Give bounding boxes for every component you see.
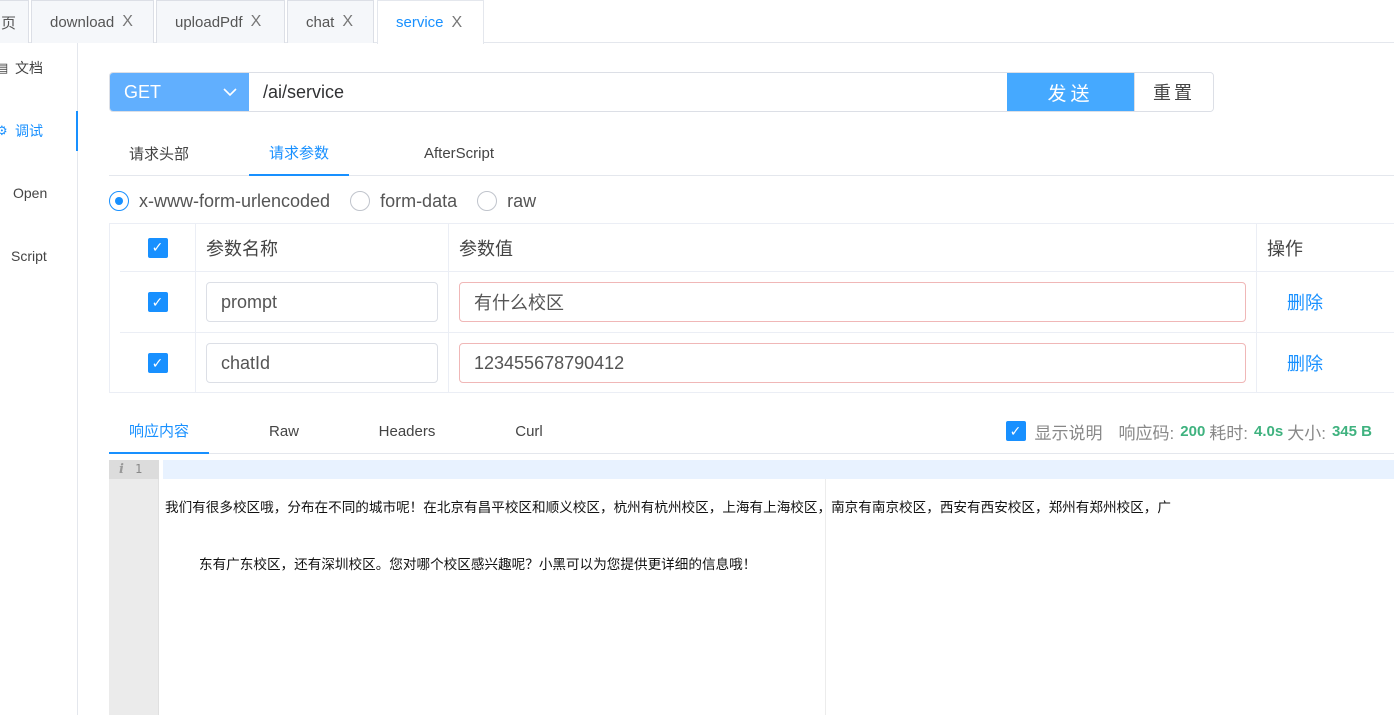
debug-icon: ⚙: [0, 123, 12, 139]
checkbox-cell: ✓: [120, 272, 195, 332]
status-code-value: 200: [1180, 422, 1206, 440]
sidebar-item-label: Script: [11, 248, 47, 264]
request-bar: GET /ai/service 发送 重置: [109, 72, 1214, 112]
table-header-row: ✓ 参数名称 参数值 操作: [120, 224, 1394, 271]
radio-form-data[interactable]: form-data: [350, 191, 457, 212]
action-cell: 删除: [1256, 333, 1394, 393]
tab-request-headers[interactable]: 请求头部: [109, 130, 209, 176]
tab-afterscript[interactable]: AfterScript: [394, 130, 524, 176]
tab-download[interactable]: download X: [31, 0, 154, 43]
show-desc-checkbox[interactable]: ✓: [1005, 421, 1026, 441]
params-table: ✓ 参数名称 参数值 操作 ✓ prompt 有什么校区 删除 ✓ chatId…: [109, 223, 1394, 393]
size-label: 大小:: [1287, 423, 1326, 443]
close-icon[interactable]: X: [342, 13, 353, 31]
tab-label: download: [50, 13, 115, 31]
table-row: ✓ prompt 有什么校区 删除: [120, 271, 1394, 332]
chevron-down-icon: [223, 87, 237, 96]
param-value-input[interactable]: 有什么校区: [459, 282, 1246, 322]
column-header-name: 参数名称: [195, 224, 448, 271]
row-checkbox[interactable]: ✓: [147, 353, 168, 373]
size-value: 345 B: [1331, 422, 1372, 440]
select-all-checkbox[interactable]: ✓: [147, 237, 168, 258]
tab-response-headers[interactable]: Headers: [367, 408, 447, 454]
sidebar-item-label: 调试: [15, 123, 43, 139]
request-tabs: 请求头部 请求参数 AfterScript: [109, 130, 1394, 176]
reset-button[interactable]: 重置: [1134, 73, 1213, 111]
sidebar-item-script[interactable]: Script: [0, 236, 78, 276]
radio-dot: [109, 191, 129, 211]
tab-home[interactable]: 页: [0, 0, 29, 43]
select-all-cell: ✓: [120, 224, 195, 271]
column-header-action: 操作: [1256, 224, 1394, 271]
info-icon: i: [119, 462, 124, 477]
radio-label: x-www-form-urlencoded: [139, 190, 331, 211]
table-row: ✓ chatId 123455678790412 删除: [120, 332, 1394, 393]
value-cell: 123455678790412: [448, 333, 1256, 393]
tab-label: chat: [306, 13, 335, 31]
open-icon: ): [0, 186, 10, 201]
tab-chat[interactable]: chat X: [287, 0, 374, 43]
editor-gutter: i 1: [109, 460, 159, 715]
tab-label: uploadPdf: [175, 13, 243, 31]
sidebar-item-docs[interactable]: ▤ 文档: [0, 48, 78, 88]
column-header-value: 参数值: [448, 224, 1256, 271]
tab-uploadpdf[interactable]: uploadPdf X: [156, 0, 285, 43]
line-number: 1: [135, 462, 143, 476]
response-editor[interactable]: i 1 我们有很多校区哦，分布在不同的城市呢！在北京有昌平校区和顺义校区，杭州有…: [109, 460, 1394, 715]
show-desc-label: 显示说明: [1034, 423, 1103, 443]
document-icon: ▤: [0, 60, 9, 75]
sidebar-item-label: 文档: [15, 60, 43, 76]
sidebar: ▤ 文档 ⚙ 调试 ) Open Script: [0, 43, 78, 715]
tab-request-params[interactable]: 请求参数: [249, 130, 349, 176]
method-value: GET: [124, 81, 162, 102]
sidebar-item-debug[interactable]: ⚙ 调试: [0, 111, 78, 151]
value-cell: 有什么校区: [448, 272, 1256, 332]
name-cell: chatId: [195, 333, 448, 393]
status-code-label: 响应码:: [1118, 423, 1175, 443]
delete-button[interactable]: 删除: [1287, 289, 1323, 315]
close-icon[interactable]: X: [452, 14, 463, 32]
response-line-1: 我们有很多校区哦，分布在不同的城市呢！在北京有昌平校区和顺义校区，杭州有杭州校区…: [165, 500, 1171, 516]
sidebar-item-label: Open: [13, 185, 48, 201]
top-tab-bar: 页 download X uploadPdf X chat X service …: [0, 0, 1394, 44]
param-name-input[interactable]: chatId: [206, 343, 438, 383]
active-line-gutter: i 1: [109, 460, 159, 479]
checkbox-cell: ✓: [120, 333, 195, 393]
delete-button[interactable]: 删除: [1287, 350, 1323, 376]
radio-label: form-data: [380, 190, 458, 211]
radio-dot: [350, 191, 371, 211]
tab-response-curl[interactable]: Curl: [504, 408, 554, 454]
tab-service[interactable]: service X: [377, 0, 484, 44]
name-cell: prompt: [195, 272, 448, 332]
body-type-radios: x-www-form-urlencoded form-data raw: [109, 187, 556, 215]
response-text: 我们有很多校区哦，分布在不同的城市呢！在北京有昌平校区和顺义校区，杭州有杭州校区…: [165, 461, 1393, 613]
time-value: 4.0s: [1254, 422, 1284, 440]
row-checkbox[interactable]: ✓: [147, 292, 168, 312]
time-label: 耗时:: [1209, 423, 1249, 443]
param-name-input[interactable]: prompt: [206, 282, 438, 322]
response-info: ✓ 显示说明 响应码: 200 耗时: 4.0s 大小: 345 B: [1005, 408, 1376, 454]
action-cell: 删除: [1256, 272, 1394, 332]
close-icon[interactable]: X: [251, 13, 262, 31]
method-select[interactable]: GET: [110, 73, 249, 111]
url-input[interactable]: /ai/service: [249, 73, 1007, 111]
tab-label: service: [396, 14, 444, 31]
sidebar-item-open[interactable]: ) Open: [0, 173, 78, 213]
tab-response-raw[interactable]: Raw: [254, 408, 314, 454]
send-button[interactable]: 发送: [1007, 73, 1134, 111]
response-line-2: 东有广东校区，还有深圳校区。您对哪个校区感兴趣呢？小黑可以为您提供更详细的信息哦…: [199, 557, 757, 573]
radio-raw[interactable]: raw: [477, 191, 536, 212]
tab-response-content[interactable]: 响应内容: [109, 408, 209, 454]
close-icon[interactable]: X: [122, 13, 133, 31]
response-tabs: 响应内容 Raw Headers Curl ✓ 显示说明 响应码: 200 耗时…: [109, 408, 1394, 454]
param-value-input[interactable]: 123455678790412: [459, 343, 1246, 383]
tab-label: 页: [1, 14, 17, 32]
radio-label: raw: [507, 190, 537, 211]
radio-dot: [477, 191, 498, 211]
radio-urlencoded[interactable]: x-www-form-urlencoded: [109, 191, 330, 212]
